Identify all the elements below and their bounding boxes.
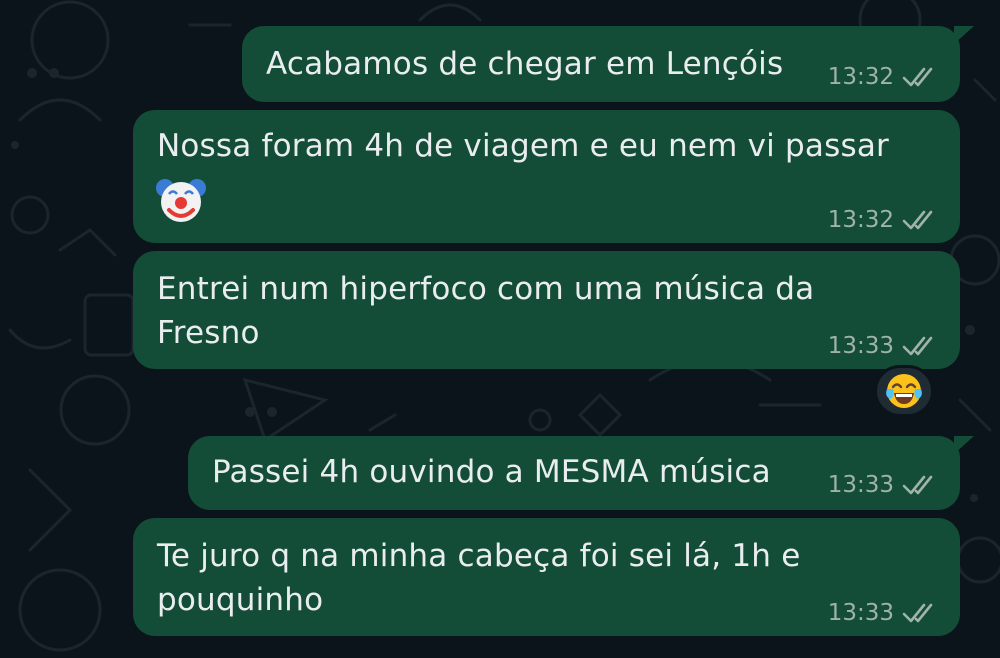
message-text: Te juro q na minha cabeça foi sei lá, 1h…	[157, 538, 801, 618]
message-reaction[interactable]	[874, 365, 934, 417]
bubble-tail-icon	[954, 26, 974, 44]
message-meta: 13:33	[828, 333, 940, 359]
bubble-tail-icon	[954, 436, 974, 454]
read-ticks-icon	[902, 67, 933, 87]
message-time: 13:33	[827, 472, 894, 498]
message-bubble[interactable]: Te juro q na minha cabeça foi sei lá, 1h…	[133, 518, 960, 636]
read-ticks-icon	[902, 603, 933, 623]
clown-face-emoji-icon	[155, 174, 207, 230]
message-text: Passei 4h ouvindo a MESMA música	[212, 454, 771, 490]
message-time: 13:33	[827, 600, 894, 626]
message-meta: 13:32	[828, 207, 940, 233]
face-with-tears-of-joy-icon	[886, 374, 922, 408]
message-meta: 13:33	[828, 600, 940, 626]
message-time: 13:32	[827, 64, 894, 90]
message-bubble[interactable]: Nossa foram 4h de viagem e eu nem vi pas…	[133, 110, 960, 243]
read-ticks-icon	[902, 475, 933, 495]
message-text: Acabamos de chegar em Lençóis	[266, 46, 784, 82]
read-ticks-icon	[902, 210, 933, 230]
message-text: Nossa foram 4h de viagem e eu nem vi pas…	[157, 128, 889, 164]
message-time: 13:33	[827, 333, 894, 359]
message-text: Entrei num hiperfoco com uma música da F…	[157, 271, 815, 351]
message-meta: 13:33	[828, 472, 940, 498]
message-time: 13:32	[827, 207, 894, 233]
message-meta: 13:32	[828, 64, 940, 90]
message-bubble[interactable]: Passei 4h ouvindo a MESMA música 13:33	[188, 436, 974, 510]
message-bubble[interactable]: Acabamos de chegar em Lençóis 13:32	[242, 26, 974, 102]
message-bubble[interactable]: Entrei num hiperfoco com uma música da F…	[133, 251, 960, 369]
read-ticks-icon	[902, 336, 933, 356]
